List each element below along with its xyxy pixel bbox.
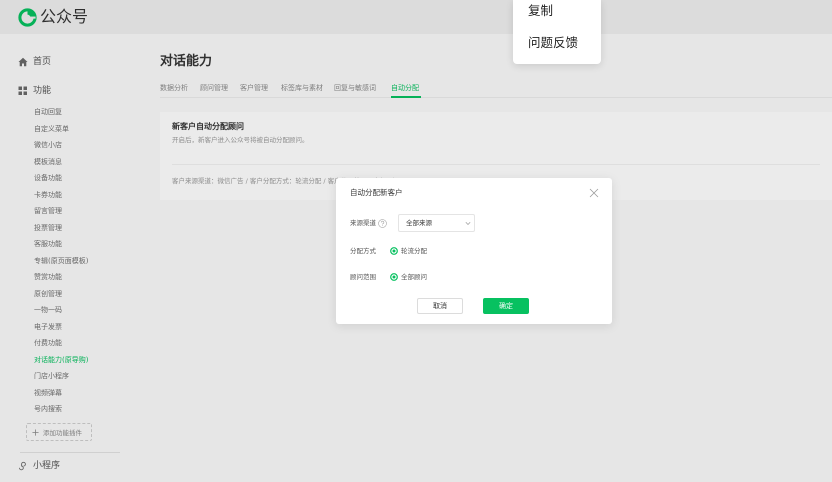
scope-label: 顾问范围 (350, 273, 376, 281)
source-label: 来源渠道 (350, 219, 376, 227)
context-menu: 复制 问题反馈 (513, 0, 601, 64)
radio-checked-icon[interactable] (390, 273, 398, 281)
method-option-label[interactable]: 轮流分配 (401, 246, 427, 256)
method-label: 分配方式 (350, 247, 376, 255)
dialog-title: 自动分配新客户 (350, 188, 403, 197)
confirm-button[interactable]: 确定 (483, 298, 529, 314)
source-select[interactable]: 全部来源 (398, 214, 475, 232)
auto-assign-dialog: 自动分配新客户 来源渠道 全部来源 分配方式 轮流分配 顾问范围 全部顾问 取消… (336, 178, 612, 324)
source-select-value: 全部来源 (406, 219, 432, 227)
radio-checked-icon[interactable] (390, 247, 398, 255)
menu-item-feedback[interactable]: 问题反馈 (528, 36, 578, 50)
cancel-button[interactable]: 取消 (417, 298, 463, 314)
chevron-down-icon (465, 222, 471, 225)
close-icon[interactable] (589, 188, 599, 198)
question-circle-icon[interactable] (378, 218, 387, 228)
scope-option-label[interactable]: 全部顾问 (401, 272, 427, 282)
menu-item-copy[interactable]: 复制 (528, 4, 553, 18)
